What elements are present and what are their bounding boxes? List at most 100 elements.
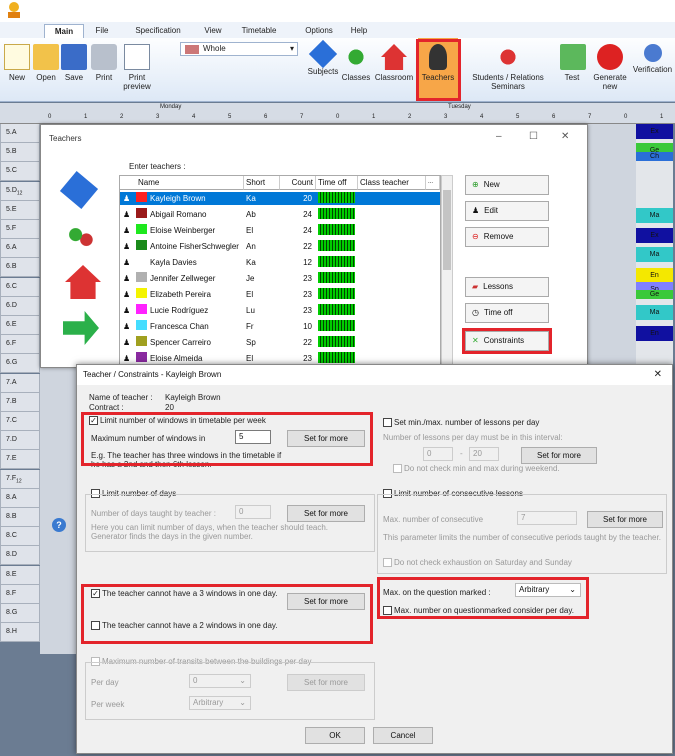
- tab-help[interactable]: Help: [344, 24, 374, 38]
- tab-view[interactable]: View: [196, 24, 230, 38]
- verification-button[interactable]: Verification: [630, 42, 675, 74]
- class-row-label[interactable]: 5.D12: [0, 181, 40, 201]
- lesson-cell[interactable]: En: [636, 268, 673, 283]
- view-combo[interactable]: Whole ▾: [180, 42, 298, 56]
- class-row-label[interactable]: 8.A: [0, 488, 40, 508]
- class-row-label[interactable]: 5.C: [0, 162, 40, 182]
- class-row-label[interactable]: 8.C: [0, 527, 40, 547]
- generate-new-button[interactable]: Generate new: [590, 42, 630, 91]
- col-time-off[interactable]: Time off: [316, 176, 358, 190]
- close-icon[interactable]: ✕: [654, 369, 662, 380]
- table-row[interactable]: ♟ Kayleigh Brown Ka 20: [120, 192, 440, 205]
- class-row-label[interactable]: 8.F: [0, 584, 40, 604]
- classes-button[interactable]: Classes: [340, 42, 372, 82]
- class-row-label[interactable]: 7.C: [0, 412, 40, 431]
- tab-timetable[interactable]: Timetable: [234, 24, 284, 38]
- col-more[interactable]: ...: [426, 176, 440, 190]
- print-button[interactable]: Print: [90, 42, 118, 82]
- subjects-button[interactable]: Subjects: [306, 39, 340, 76]
- no-exhaustion-checkbox[interactable]: Do not check exhaustion on Saturday and …: [383, 558, 572, 568]
- class-row-label[interactable]: 6.E: [0, 316, 40, 335]
- class-row-label[interactable]: 6.C: [0, 277, 40, 297]
- close-icon[interactable]: ✕: [561, 131, 569, 142]
- tab-main[interactable]: Main: [44, 24, 84, 38]
- lesson-cell[interactable]: Ex: [636, 228, 673, 243]
- no-weekend-checkbox[interactable]: Do not check min and max during weekend.: [393, 464, 560, 474]
- table-row[interactable]: ♟ Francesca Chan Fr 10: [120, 320, 440, 333]
- class-row-label[interactable]: 5.A: [0, 124, 40, 143]
- col-count[interactable]: Count: [280, 176, 316, 190]
- set-for-more-transits-button[interactable]: Set for more: [287, 674, 365, 691]
- tab-file[interactable]: File: [86, 24, 118, 38]
- class-row-label[interactable]: 6.F: [0, 335, 40, 355]
- minimize-icon[interactable]: –: [496, 131, 502, 142]
- class-row-label[interactable]: 6.D: [0, 296, 40, 316]
- class-row-label[interactable]: 7.A: [0, 373, 40, 393]
- class-row-label[interactable]: 6.A: [0, 239, 40, 259]
- time-off-button[interactable]: ◷ Time off: [465, 303, 549, 323]
- lesson-cell[interactable]: Ma: [636, 305, 673, 320]
- class-row-label[interactable]: 7.F12: [0, 469, 40, 489]
- test-button[interactable]: Test: [560, 42, 586, 82]
- table-row[interactable]: ♟ Jennifer Zellweger Je 23: [120, 272, 440, 285]
- new-button[interactable]: New: [2, 42, 32, 82]
- minmax-checkbox[interactable]: Set min./max. number of lessons per day: [383, 418, 539, 428]
- min-input[interactable]: 0: [423, 447, 453, 461]
- class-row-label[interactable]: 6.G: [0, 354, 40, 374]
- col-name[interactable]: Name: [120, 176, 244, 190]
- table-row[interactable]: ♟ Spencer Carreiro Sp 22: [120, 336, 440, 349]
- per-week-select[interactable]: Arbitrary ⌄: [189, 696, 251, 710]
- consecutive-input[interactable]: 7: [517, 511, 577, 525]
- lesson-cell[interactable]: Ge: [636, 290, 673, 299]
- teacher-small-icon: ♟: [123, 322, 131, 331]
- class-row-label[interactable]: 5.B: [0, 143, 40, 163]
- table-row[interactable]: ♟ Lucie Rodríguez Lu 23: [120, 304, 440, 317]
- edit-teacher-button[interactable]: ♟ Edit: [465, 201, 549, 221]
- col-short[interactable]: Short: [244, 176, 280, 190]
- lesson-cell[interactable]: Ch: [636, 152, 673, 161]
- class-row-label[interactable]: 5.E: [0, 200, 40, 220]
- max-input[interactable]: 20: [469, 447, 499, 461]
- class-row-label[interactable]: 7.E: [0, 450, 40, 470]
- table-row[interactable]: ♟ Kayla Davies Ka 12: [120, 256, 440, 269]
- open-button[interactable]: Open: [32, 42, 60, 82]
- maximize-icon[interactable]: ☐: [529, 131, 538, 142]
- table-row[interactable]: ♟ Antoine FisherSchwegler An 22: [120, 240, 440, 253]
- class-row-label[interactable]: 8.B: [0, 508, 40, 527]
- days-input[interactable]: 0: [235, 505, 271, 519]
- lesson-cell[interactable]: En: [636, 326, 673, 341]
- ok-button[interactable]: OK: [305, 727, 365, 744]
- day-tuesday: Tuesday: [448, 104, 471, 110]
- class-row-label[interactable]: 8.D: [0, 546, 40, 566]
- table-row[interactable]: ♟ Elizabeth Pereira El 23: [120, 288, 440, 301]
- students-relations-button[interactable]: Students / Relations Seminars: [466, 42, 550, 91]
- lesson-cell[interactable]: Ma: [636, 247, 673, 262]
- print-preview-button[interactable]: Print preview: [120, 42, 154, 91]
- table-row[interactable]: ♟ Eloise Weinberger El 24: [120, 224, 440, 237]
- classroom-button[interactable]: Classroom: [372, 42, 416, 82]
- lessons-button[interactable]: ▰ Lessons: [465, 277, 549, 297]
- set-for-more-minmax-button[interactable]: Set for more: [521, 447, 597, 464]
- table-scrollbar[interactable]: [441, 175, 453, 369]
- tab-options[interactable]: Options: [296, 24, 342, 38]
- new-teacher-button[interactable]: ⊕ New: [465, 175, 549, 195]
- col-class-teacher[interactable]: Class teacher: [358, 176, 426, 190]
- table-row[interactable]: ♟ Abigail Romano Ab 24: [120, 208, 440, 221]
- class-row-label[interactable]: 5.F: [0, 220, 40, 239]
- per-day-select[interactable]: 0 ⌄: [189, 674, 251, 688]
- save-button[interactable]: Save: [60, 42, 88, 82]
- class-row-label[interactable]: 8.E: [0, 565, 40, 585]
- class-row-label[interactable]: 7.D: [0, 431, 40, 451]
- set-for-more-days-button[interactable]: Set for more: [287, 505, 365, 522]
- class-row-label[interactable]: 7.B: [0, 392, 40, 412]
- cancel-button[interactable]: Cancel: [373, 727, 433, 744]
- tab-specification[interactable]: Specification: [123, 24, 193, 38]
- class-row-label[interactable]: 8.H: [0, 623, 40, 643]
- set-for-more-consecutive-button[interactable]: Set for more: [587, 511, 663, 528]
- lesson-cell[interactable]: Ex: [636, 124, 673, 139]
- lesson-cell[interactable]: Ma: [636, 208, 673, 223]
- class-row-label[interactable]: 6.B: [0, 258, 40, 278]
- class-row-label[interactable]: 8.G: [0, 604, 40, 623]
- help-icon[interactable]: ?: [52, 518, 66, 532]
- remove-teacher-button[interactable]: ⊖ Remove: [465, 227, 549, 247]
